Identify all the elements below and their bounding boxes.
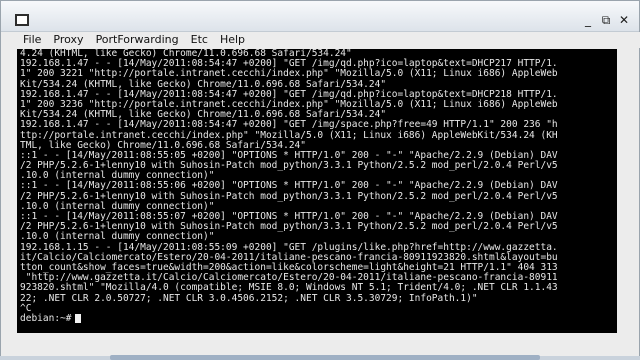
menu-etc[interactable]: Etc bbox=[191, 32, 208, 48]
title-bar[interactable]: _ ⧉ ✕ bbox=[1, 1, 639, 32]
minimize-button[interactable]: _ bbox=[581, 13, 595, 27]
restore-button[interactable]: ⧉ bbox=[599, 13, 613, 27]
window-bottom-edge bbox=[1, 334, 639, 356]
terminal-lines: 4.24 (KHTML, like Gecko) Chrome/11.0.696… bbox=[17, 49, 617, 324]
window-menu-icon[interactable] bbox=[15, 14, 29, 26]
terminal-line: 22; .NET CLR 2.0.50727; .NET CLR 3.0.450… bbox=[20, 292, 478, 304]
prompt-line[interactable]: debian:~# bbox=[20, 312, 617, 324]
menu-proxy[interactable]: Proxy bbox=[53, 32, 83, 48]
menu-portforwarding[interactable]: PortForwarding bbox=[96, 32, 179, 48]
menu-file[interactable]: File bbox=[23, 32, 41, 48]
window-controls: _ ⧉ ✕ bbox=[581, 13, 631, 27]
shell-prompt: debian:~# bbox=[20, 312, 72, 324]
terminal-line: 923820.shtml" "Mozilla/4.0 (compatible; … bbox=[20, 282, 558, 294]
terminal-line: ^C bbox=[20, 302, 32, 314]
terminal-line: 192.168.1.47 - - [14/May/2011:08:54:47 +… bbox=[20, 119, 558, 131]
terminal-window: _ ⧉ ✕ File Proxy PortForwarding Etc Help… bbox=[0, 0, 640, 356]
close-button[interactable]: ✕ bbox=[617, 13, 631, 27]
text-cursor bbox=[75, 314, 82, 324]
menu-help[interactable]: Help bbox=[220, 32, 245, 48]
taskbar-edge bbox=[110, 355, 540, 360]
terminal-output[interactable]: 4.24 (KHTML, like Gecko) Chrome/11.0.696… bbox=[17, 49, 617, 333]
menu-bar: File Proxy PortForwarding Etc Help bbox=[1, 32, 640, 48]
